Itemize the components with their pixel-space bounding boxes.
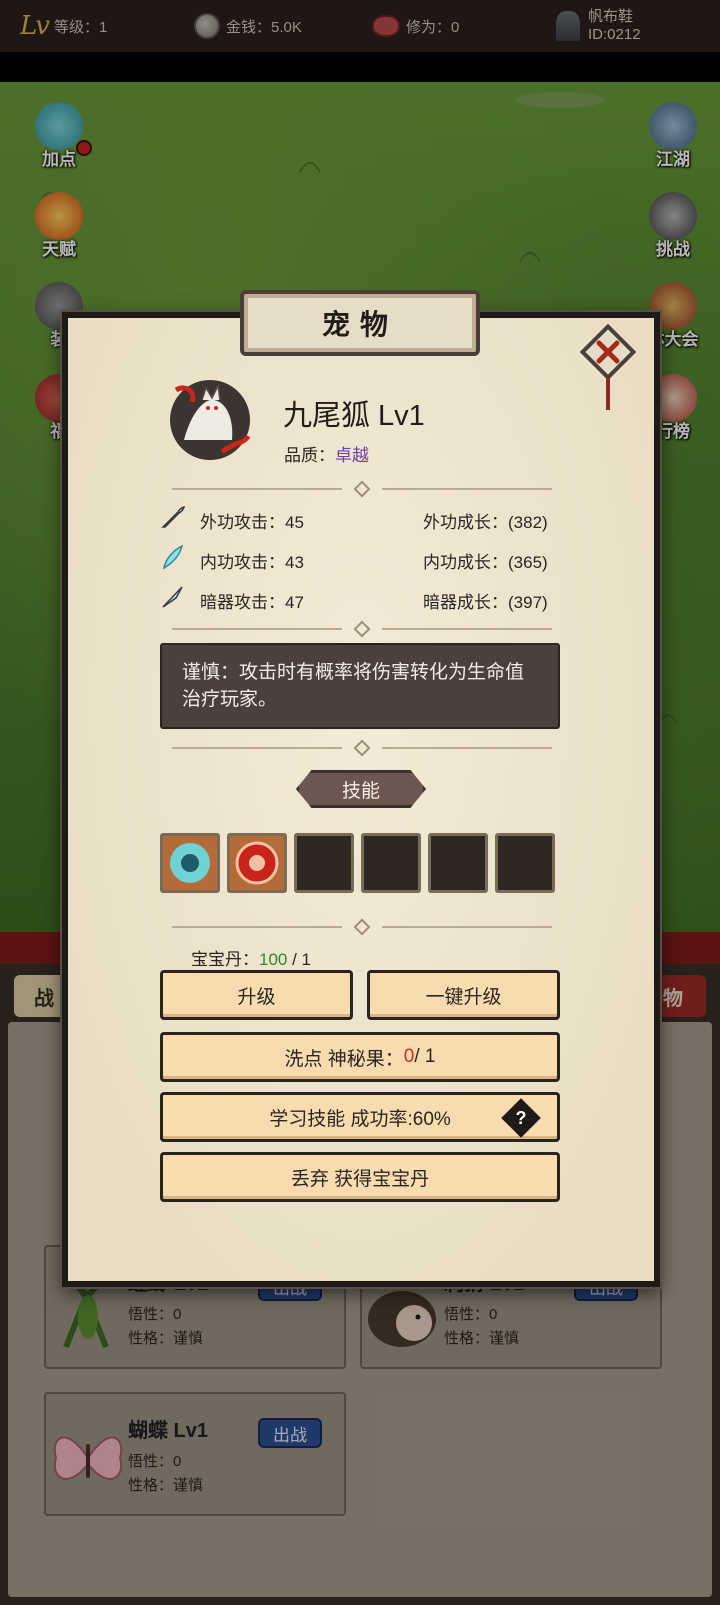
skill-slot-3[interactable] (294, 833, 354, 893)
trait-description: 谨慎：攻击时有概率将伤害转化为生命值治疗玩家。 (160, 643, 560, 729)
skill-slot-2[interactable] (227, 833, 287, 893)
skill-slot-1[interactable] (160, 833, 220, 893)
attr-row-inner: 内功攻击：43 内功成长：(365) (160, 542, 560, 572)
skill-tab[interactable]: 技能 (296, 770, 426, 808)
abandon-button[interactable]: 丢弃 获得宝宝丹 (160, 1152, 560, 1202)
learn-skill-label: 学习技能 成功率:60% (269, 1108, 451, 1130)
wind-skill-icon (170, 843, 210, 883)
skill-slot-6[interactable] (495, 833, 555, 893)
quality-value: 卓越 (335, 446, 369, 465)
pet-name-level: 九尾狐 Lv1 (283, 400, 425, 432)
pet-quality: 品质：卓越 (284, 441, 369, 466)
feather-icon (162, 544, 184, 570)
divider (172, 620, 552, 638)
skill-slot-5[interactable] (428, 833, 488, 893)
divider (172, 918, 552, 936)
pill-have: 100 (259, 950, 288, 969)
attr-row-hidden-weapon: 暗器攻击：47 暗器成长：(397) (160, 582, 560, 612)
dart-icon (162, 586, 183, 608)
close-icon[interactable] (578, 322, 638, 412)
pill-label: 宝宝丹： (191, 950, 259, 969)
upgrade-button[interactable]: 升级 (160, 970, 353, 1020)
hidden-weapon-growth: 暗器成长：(397) (423, 593, 548, 612)
outer-growth: 外功成长：(382) (423, 513, 548, 532)
fire-skill-icon (235, 841, 279, 885)
divider (172, 739, 552, 757)
pill-count: 宝宝丹：100 / 1 (191, 945, 311, 970)
upgrade-all-button[interactable]: 一键升级 (367, 970, 560, 1020)
reset-points-button[interactable]: 洗点 神秘果： 0 / 1 (160, 1032, 560, 1082)
inner-growth: 内功成长：(365) (423, 553, 548, 572)
help-glyph: ? (515, 1108, 527, 1128)
attr-row-outer: 外功攻击：45 外功成长：(382) (160, 502, 560, 532)
reset-have: 0 (403, 1046, 415, 1067)
inner-attack: 内功攻击：43 (200, 553, 304, 572)
divider (172, 480, 552, 498)
sword-icon (161, 505, 186, 528)
quality-label: 品质： (284, 446, 335, 465)
pill-need: / 1 (287, 950, 311, 969)
modal-title: 宠物 (321, 309, 398, 340)
nine-tailed-fox-icon (170, 380, 251, 460)
reset-need: / 1 (414, 1046, 436, 1067)
help-icon[interactable]: ? (501, 1098, 541, 1138)
learn-skill-button[interactable]: 学习技能 成功率:60% ? (160, 1092, 560, 1142)
modal-title-plate: 宠物 (240, 290, 480, 356)
skill-slot-4[interactable] (361, 833, 421, 893)
hidden-weapon-attack: 暗器攻击：47 (200, 593, 304, 612)
reset-label: 洗点 神秘果： (284, 1048, 404, 1070)
outer-attack: 外功攻击：45 (200, 513, 304, 532)
